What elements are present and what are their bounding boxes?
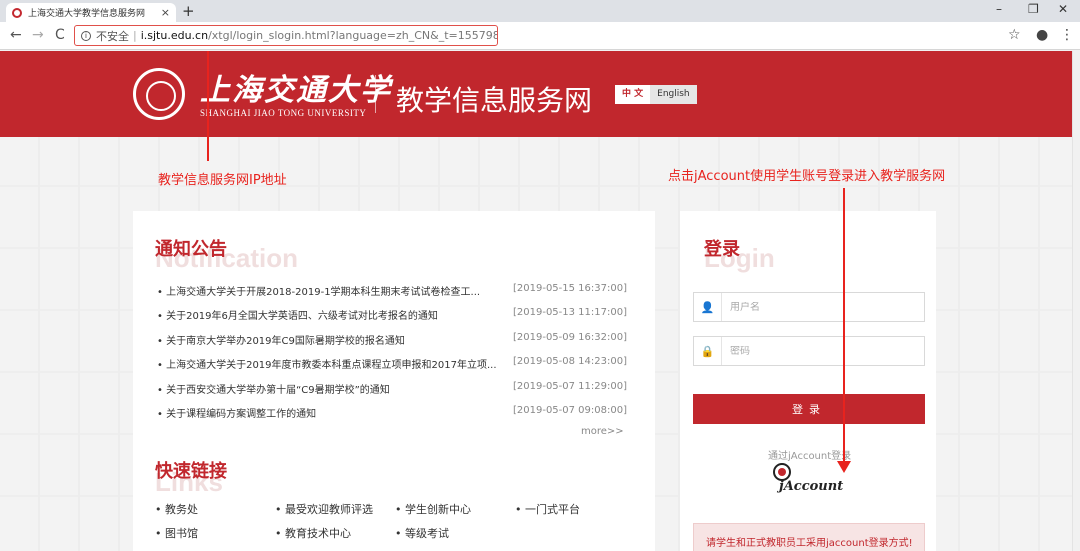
quick-link[interactable]: • 最受欢迎教师评选 bbox=[275, 501, 395, 517]
url-bar[interactable]: i 不安全 | i.sjtu.edu.cn /xtgl/login_slogin… bbox=[74, 25, 498, 46]
user-icon: 👤 bbox=[694, 293, 722, 321]
annotation-line-right bbox=[843, 188, 845, 468]
quick-link[interactable]: • 教务处 bbox=[155, 501, 275, 517]
login-title: 登录 bbox=[704, 239, 740, 260]
more-link[interactable]: more>> bbox=[581, 426, 624, 437]
info-icon[interactable]: i bbox=[81, 30, 91, 41]
notices-title: 通知公告 bbox=[155, 239, 227, 260]
notice-list: • 上海交通大学关于开展2018-2019-1学期本科生期末考试试卷检查工...… bbox=[157, 283, 627, 429]
notice-item[interactable]: • 关于2019年6月全国大学英语四、六级考试对比考报名的通知 [2019-05-… bbox=[157, 307, 627, 331]
url-path: /xtgl/login_slogin.html?language=zh_CN&_… bbox=[208, 29, 498, 42]
minimize-icon[interactable]: – bbox=[996, 2, 1002, 16]
new-tab-icon[interactable]: + bbox=[182, 2, 195, 20]
logo-chinese: 上海交通大学 bbox=[200, 73, 392, 108]
notice-item[interactable]: • 关于课程编码方案调整工作的通知 [2019-05-07 09:08:00] bbox=[157, 405, 627, 429]
password-input[interactable] bbox=[730, 345, 920, 357]
username-field[interactable]: 👤 bbox=[693, 292, 925, 322]
jaccount-login-text[interactable]: 通过jAccount登录 bbox=[768, 447, 851, 462]
logo-english: SHANGHAI JIAO TONG UNIVERSITY bbox=[200, 108, 367, 118]
notice-date: [2019-05-13 11:17:00] bbox=[512, 307, 627, 319]
notice-date: [2019-05-08 14:23:00] bbox=[512, 356, 627, 368]
annotation-arrow-icon bbox=[837, 461, 851, 473]
tab-title: 上海交通大学教学信息服务网 bbox=[28, 9, 146, 19]
browser-tab-bar: 上海交通大学教学信息服务网 × + – ❐ ✕ bbox=[0, 0, 1080, 22]
lock-icon: 🔒 bbox=[694, 337, 722, 365]
lang-english-button[interactable]: English bbox=[650, 85, 697, 104]
notice-title[interactable]: • 关于课程编码方案调整工作的通知 bbox=[157, 405, 316, 429]
username-input[interactable] bbox=[730, 301, 920, 313]
notice-date: [2019-05-09 16:32:00] bbox=[512, 331, 627, 343]
logo-divider bbox=[375, 75, 376, 113]
notice-title[interactable]: • 关于2019年6月全国大学英语四、六级考试对比考报名的通知 bbox=[157, 307, 438, 331]
quick-links-grid: • 教务处 • 最受欢迎教师评选 • 学生创新中心 • 一门式平台 • 图书馆 … bbox=[155, 501, 635, 541]
notice-date: [2019-05-07 11:29:00] bbox=[512, 380, 627, 392]
menu-icon[interactable]: ⋮ bbox=[1060, 27, 1074, 43]
window-close-icon[interactable]: ✕ bbox=[1058, 2, 1068, 16]
annotation-ip-address: 教学信息服务网IP地址 bbox=[158, 173, 287, 188]
jaccount-brand: jAccount bbox=[779, 479, 844, 494]
url-host: i.sjtu.edu.cn bbox=[140, 29, 209, 42]
annotation-jaccount-hint: 点击jAccount使用学生账号登录进入教学服务网 bbox=[668, 169, 946, 184]
quick-link[interactable]: • 图书馆 bbox=[155, 525, 275, 541]
notice-title[interactable]: • 关于西安交通大学举办第十届“C9暑期学校”的通知 bbox=[157, 381, 390, 405]
page-scrollbar[interactable] bbox=[1072, 51, 1080, 551]
forward-icon[interactable]: → bbox=[32, 27, 44, 43]
jaccount-dot-icon bbox=[778, 468, 786, 476]
annotation-line-left bbox=[207, 51, 209, 161]
password-field[interactable]: 🔒 bbox=[693, 336, 925, 366]
browser-toolbar: ← → C i 不安全 | i.sjtu.edu.cn /xtgl/login_… bbox=[0, 22, 1080, 50]
notice-item[interactable]: • 上海交通大学关于开展2018-2019-1学期本科生期末考试试卷检查工...… bbox=[157, 283, 627, 307]
quick-links-title: 快速链接 bbox=[155, 461, 227, 482]
quick-link[interactable]: • 教育技术中心 bbox=[275, 525, 395, 541]
login-panel: Login 登录 👤 🔒 登录 通过jAccount登录 jAccount 请学… bbox=[680, 211, 936, 551]
site-title: 教学信息服务网 bbox=[396, 84, 593, 117]
site-favicon-icon bbox=[12, 7, 22, 18]
language-switch: 中 文 English bbox=[615, 85, 697, 104]
quick-link[interactable]: • 一门式平台 bbox=[515, 501, 635, 517]
page-content: 上海交通大学 SHANGHAI JIAO TONG UNIVERSITY 教学信… bbox=[0, 51, 1080, 551]
quick-link[interactable]: • 等级考试 bbox=[395, 525, 515, 541]
header-banner: 上海交通大学 SHANGHAI JIAO TONG UNIVERSITY 教学信… bbox=[0, 51, 1072, 137]
restore-icon[interactable]: ❐ bbox=[1028, 2, 1039, 16]
quick-link[interactable]: • 学生创新中心 bbox=[395, 501, 515, 517]
notice-item[interactable]: • 关于西安交通大学举办第十届“C9暑期学校”的通知 [2019-05-07 11… bbox=[157, 381, 627, 405]
back-icon[interactable]: ← bbox=[10, 27, 22, 43]
insecure-label: 不安全 bbox=[96, 29, 129, 43]
university-seal-icon bbox=[133, 68, 185, 120]
bookmark-star-icon[interactable]: ☆ bbox=[1008, 27, 1021, 43]
lang-chinese-button[interactable]: 中 文 bbox=[615, 85, 651, 104]
notice-title[interactable]: • 上海交通大学关于开展2018-2019-1学期本科生期末考试试卷检查工... bbox=[157, 283, 480, 307]
notice-item[interactable]: • 上海交通大学关于2019年度市教委本科重点课程立项申报和2017年立项...… bbox=[157, 356, 627, 380]
notice-date: [2019-05-15 16:37:00] bbox=[512, 283, 627, 294]
notice-item[interactable]: • 关于南京大学举办2019年C9国际暑期学校的报名通知 [2019-05-09 … bbox=[157, 332, 627, 356]
tab-close-icon[interactable]: × bbox=[161, 6, 170, 19]
url-separator: | bbox=[133, 29, 137, 42]
reload-icon[interactable]: C bbox=[55, 27, 65, 43]
login-notice: 请学生和正式教职员工采用jaccount登录方式! bbox=[693, 523, 925, 551]
notice-title[interactable]: • 关于南京大学举办2019年C9国际暑期学校的报名通知 bbox=[157, 332, 405, 356]
browser-tab[interactable]: 上海交通大学教学信息服务网 × bbox=[6, 3, 176, 22]
login-button[interactable]: 登录 bbox=[693, 394, 925, 424]
notice-title[interactable]: • 上海交通大学关于2019年度市教委本科重点课程立项申报和2017年立项... bbox=[157, 356, 497, 380]
account-icon[interactable]: ● bbox=[1036, 27, 1048, 43]
notice-panel: Notification 通知公告 • 上海交通大学关于开展2018-2019-… bbox=[133, 211, 655, 551]
